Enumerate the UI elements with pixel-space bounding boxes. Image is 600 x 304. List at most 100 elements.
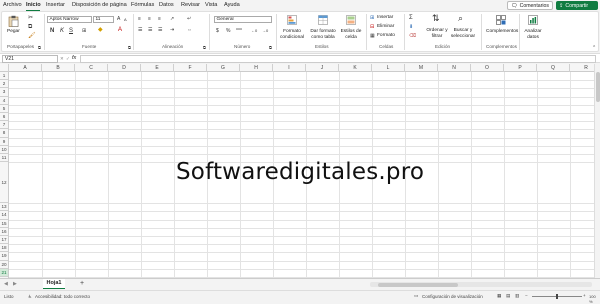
column-header[interactable]: K bbox=[339, 64, 372, 72]
confirm-entry-icon[interactable]: ✓ bbox=[66, 56, 70, 62]
align-center-icon[interactable]: ☰ bbox=[148, 27, 152, 33]
horizontal-scrollbar[interactable] bbox=[370, 282, 592, 287]
align-top-icon[interactable]: ≡ bbox=[138, 16, 141, 22]
font-size-combo[interactable]: 11 bbox=[93, 16, 114, 23]
font-name-combo[interactable]: Aptos Narrow bbox=[47, 16, 92, 23]
copy-icon[interactable]: ⧉ bbox=[28, 24, 32, 30]
align-right-icon[interactable]: ☰ bbox=[158, 27, 162, 33]
row-header[interactable]: 2 bbox=[0, 80, 9, 89]
align-middle-icon[interactable]: ≡ bbox=[148, 16, 151, 22]
column-header[interactable]: I bbox=[273, 64, 306, 72]
align-left-icon[interactable]: ☰ bbox=[138, 27, 142, 33]
indent-icon[interactable]: ⇥ bbox=[170, 27, 174, 33]
column-header[interactable]: B bbox=[42, 64, 75, 72]
row-header[interactable]: 1 bbox=[0, 72, 9, 81]
name-box[interactable]: V21 bbox=[2, 55, 58, 63]
row-header[interactable]: 17 bbox=[0, 236, 9, 245]
vertical-scroll-thumb[interactable] bbox=[596, 72, 600, 102]
cut-icon[interactable]: ✂ bbox=[28, 15, 33, 21]
share-button[interactable]: ⇪ Compartir bbox=[556, 1, 598, 10]
italic-button[interactable]: K bbox=[60, 28, 64, 34]
column-header[interactable]: F bbox=[174, 64, 207, 72]
borders-icon[interactable]: ⊞ bbox=[82, 28, 86, 34]
column-header[interactable]: G bbox=[207, 64, 240, 72]
add-sheet-icon[interactable]: + bbox=[80, 280, 84, 287]
alignment-launcher-icon[interactable]: ⧉ bbox=[203, 45, 206, 51]
row-header[interactable]: 21 bbox=[0, 268, 9, 277]
decrease-decimal-icon[interactable]: →0 bbox=[262, 28, 268, 34]
page-break-icon[interactable]: ▥ bbox=[515, 293, 519, 299]
row-header[interactable]: 7 bbox=[0, 121, 9, 130]
font-color-icon[interactable]: A bbox=[118, 27, 122, 33]
row-header[interactable]: 14 bbox=[0, 211, 9, 220]
display-settings-button[interactable]: Configuración de visualización bbox=[422, 294, 483, 299]
select-all-corner[interactable] bbox=[0, 64, 9, 72]
align-bottom-icon[interactable]: ≡ bbox=[158, 16, 161, 22]
menu-revisar[interactable]: Revisar bbox=[181, 2, 200, 8]
row-header[interactable]: 10 bbox=[0, 145, 9, 154]
comments-button[interactable]: 🗨 Comentarios bbox=[507, 1, 553, 10]
column-header[interactable]: N bbox=[438, 64, 471, 72]
zoom-slider-thumb[interactable] bbox=[556, 293, 558, 299]
merge-center-icon[interactable]: ⇔ bbox=[187, 27, 192, 33]
vertical-scrollbar[interactable] bbox=[594, 64, 600, 278]
font-launcher-icon[interactable]: ⧉ bbox=[128, 45, 131, 51]
fill-icon[interactable]: ⬇ bbox=[409, 24, 413, 30]
zoom-in-icon[interactable]: + bbox=[583, 293, 586, 298]
menu-datos[interactable]: Datos bbox=[159, 2, 174, 8]
fill-color-icon[interactable]: ◆ bbox=[98, 27, 103, 33]
autosum-icon[interactable]: Σ bbox=[409, 15, 413, 21]
menu-archivo[interactable]: Archivo bbox=[3, 2, 22, 8]
format-painter-icon[interactable]: 🖌 bbox=[28, 33, 36, 39]
menu-vista[interactable]: Vista bbox=[205, 2, 217, 8]
bold-button[interactable]: N bbox=[50, 28, 54, 34]
row-header[interactable]: 13 bbox=[0, 203, 9, 212]
horizontal-scroll-thumb[interactable] bbox=[378, 282, 458, 287]
number-launcher-icon[interactable]: ⧉ bbox=[269, 45, 272, 51]
number-format-combo[interactable]: General bbox=[214, 16, 272, 23]
percent-icon[interactable]: % bbox=[226, 28, 230, 34]
row-header[interactable]: 4 bbox=[0, 96, 9, 105]
comma-style-icon[interactable]: ⁰⁰⁰ bbox=[236, 28, 242, 34]
row-header[interactable]: 8 bbox=[0, 129, 9, 138]
wrap-text-icon[interactable]: ↵ bbox=[187, 16, 191, 22]
column-header[interactable]: Q bbox=[537, 64, 570, 72]
column-header[interactable]: D bbox=[108, 64, 141, 72]
clipboard-launcher-icon[interactable]: ⧉ bbox=[38, 45, 41, 51]
row-header[interactable]: 16 bbox=[0, 227, 9, 236]
row-header[interactable]: 3 bbox=[0, 88, 9, 97]
collapse-ribbon-icon[interactable]: ⌃ bbox=[592, 45, 596, 51]
currency-icon[interactable]: $ bbox=[216, 28, 219, 34]
row-header[interactable]: 9 bbox=[0, 137, 9, 146]
column-header[interactable]: H bbox=[240, 64, 273, 72]
column-header[interactable]: P bbox=[504, 64, 537, 72]
accessibility-status[interactable]: Accesibilidad: todo correcto bbox=[35, 294, 90, 299]
row-header[interactable]: 6 bbox=[0, 113, 9, 122]
row-header[interactable]: 18 bbox=[0, 244, 9, 253]
zoom-level[interactable]: 100 % bbox=[589, 294, 600, 304]
row-header[interactable]: 19 bbox=[0, 252, 9, 261]
decrease-font-icon[interactable]: A bbox=[124, 17, 127, 23]
next-sheet-icon[interactable]: ▶ bbox=[13, 281, 17, 287]
cancel-entry-icon[interactable]: ✕ bbox=[60, 56, 64, 62]
column-header[interactable]: E bbox=[141, 64, 174, 72]
row-header[interactable]: 11 bbox=[0, 154, 9, 163]
underline-button[interactable]: S bbox=[69, 28, 73, 34]
row-header[interactable]: 12 bbox=[0, 162, 9, 204]
clear-icon[interactable]: ⌫ bbox=[409, 33, 416, 39]
menu-insertar[interactable]: Insertar bbox=[46, 2, 65, 8]
formula-input[interactable] bbox=[80, 55, 596, 63]
sheet-tab-hoja1[interactable]: Hoja1 bbox=[43, 279, 65, 289]
menu-disposicion[interactable]: Disposición de página bbox=[72, 2, 127, 8]
page-layout-icon[interactable]: ▤ bbox=[506, 293, 510, 299]
column-header[interactable]: M bbox=[405, 64, 438, 72]
prev-sheet-icon[interactable]: ◀ bbox=[4, 281, 8, 287]
increase-decimal-icon[interactable]: ←0 bbox=[251, 28, 257, 34]
menu-inicio[interactable]: Inicio bbox=[26, 2, 41, 8]
column-header[interactable]: C bbox=[75, 64, 108, 72]
zoom-out-icon[interactable]: − bbox=[525, 293, 528, 298]
spreadsheet-grid[interactable]: ABCDEFGHIJKLMNOPQR 1 2 3 4 5 6 7 8 9 10 11 12 13 14 15… bbox=[0, 64, 594, 278]
normal-view-icon[interactable]: ▦ bbox=[497, 293, 501, 299]
insert-function-button[interactable]: fx bbox=[72, 55, 76, 61]
orientation-icon[interactable]: ↗ bbox=[170, 16, 174, 22]
